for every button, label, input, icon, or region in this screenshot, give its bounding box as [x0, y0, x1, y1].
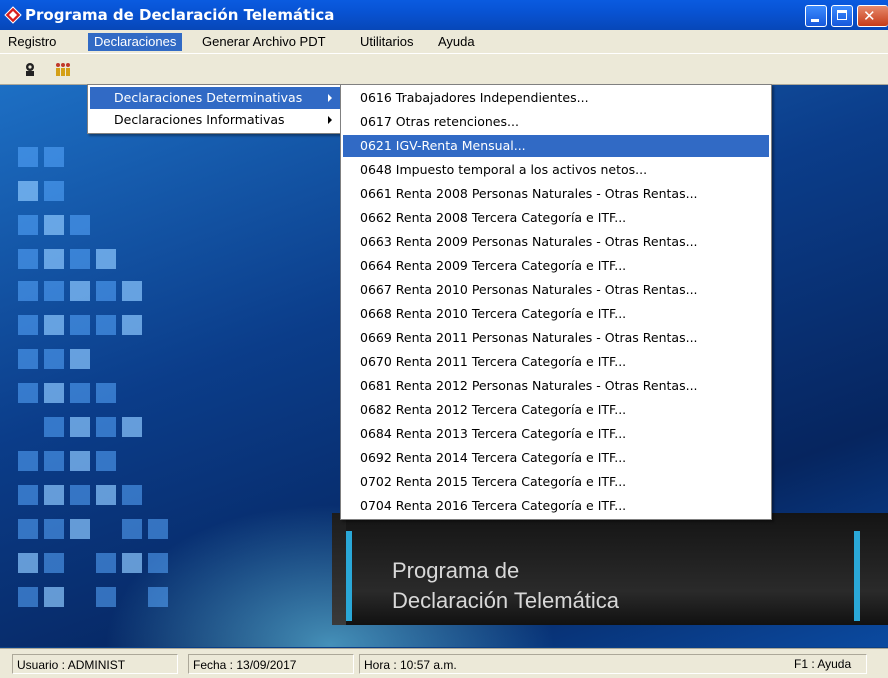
logo-banner: Programa de Declaración Telemática [332, 513, 888, 625]
status-fecha: Fecha : 13/09/2017 [188, 654, 354, 674]
status-bar: Usuario : ADMINIST Fecha : 13/09/2017 Ho… [0, 648, 888, 678]
menu-item-0663[interactable]: 0663 Renta 2009 Personas Naturales - Otr… [343, 231, 769, 253]
menu-item-0667[interactable]: 0667 Renta 2010 Personas Naturales - Otr… [343, 279, 769, 301]
menu-declaraciones[interactable]: Declaraciones [88, 33, 183, 51]
menu-utilitarios[interactable]: Utilitarios [354, 33, 419, 51]
menu-item-0616[interactable]: 0616 Trabajadores Independientes... [343, 87, 769, 109]
minimize-button[interactable] [805, 5, 827, 27]
menu-item-0692[interactable]: 0692 Renta 2014 Tercera Categoría e ITF.… [343, 447, 769, 469]
menu-item-0668[interactable]: 0668 Renta 2010 Tercera Categoría e ITF.… [343, 303, 769, 325]
menu-registro[interactable]: Registro [2, 33, 62, 51]
menu-item-0662[interactable]: 0662 Renta 2008 Tercera Categoría e ITF.… [343, 207, 769, 229]
menu-item-0702[interactable]: 0702 Renta 2015 Tercera Categoría e ITF.… [343, 471, 769, 493]
menu-item-0684[interactable]: 0684 Renta 2013 Tercera Categoría e ITF.… [343, 423, 769, 445]
submenu-arrow-icon [328, 94, 332, 102]
close-button[interactable]: ✕ [857, 5, 888, 27]
submenu-arrow-icon [328, 116, 332, 124]
menu-item-label: Declaraciones Determinativas [114, 90, 303, 105]
toolbar [0, 54, 888, 85]
menu-item-0621[interactable]: 0621 IGV-Renta Mensual... [343, 135, 769, 157]
menu-item-declaraciones-informativas[interactable]: Declaraciones Informativas [90, 109, 340, 131]
close-icon: ✕ [863, 7, 876, 25]
menu-item-0682[interactable]: 0682 Renta 2012 Tercera Categoría e ITF.… [343, 399, 769, 421]
determinativas-menu: 0616 Trabajadores Independientes... 0617… [340, 84, 772, 520]
menu-item-0617[interactable]: 0617 Otras retenciones... [343, 111, 769, 133]
banner-title-line1: Programa de [392, 558, 520, 583]
menu-item-0670[interactable]: 0670 Renta 2011 Tercera Categoría e ITF.… [343, 351, 769, 373]
menu-item-0661[interactable]: 0661 Renta 2008 Personas Naturales - Otr… [343, 183, 769, 205]
status-usuario: Usuario : ADMINIST [12, 654, 178, 674]
menu-item-declaraciones-determinativas[interactable]: Declaraciones Determinativas [90, 87, 340, 109]
menu-item-0704[interactable]: 0704 Renta 2016 Tercera Categoría e ITF.… [343, 495, 769, 517]
maximize-button[interactable] [831, 5, 853, 27]
app-logo-icon [4, 6, 22, 24]
menu-ayuda[interactable]: Ayuda [432, 33, 481, 51]
menu-item-0664[interactable]: 0664 Renta 2009 Tercera Categoría e ITF.… [343, 255, 769, 277]
menu-bar: Registro Declaraciones Generar Archivo P… [0, 30, 888, 54]
banner-title-line2: Declaración Telemática [392, 588, 620, 613]
minimize-icon [811, 19, 819, 22]
menu-item-0648[interactable]: 0648 Impuesto temporal a los activos net… [343, 159, 769, 181]
menu-item-0669[interactable]: 0669 Renta 2011 Personas Naturales - Otr… [343, 327, 769, 349]
window-title: Programa de Declaración Telemática [25, 6, 335, 24]
menu-generar-archivo-pdt[interactable]: Generar Archivo PDT [196, 33, 332, 51]
menu-item-0681[interactable]: 0681 Renta 2012 Personas Naturales - Otr… [343, 375, 769, 397]
settings-person-icon[interactable] [22, 61, 38, 77]
menu-item-label: Declaraciones Informativas [114, 112, 285, 127]
users-icon[interactable] [55, 61, 71, 77]
title-bar: Programa de Declaración Telemática ✕ [0, 0, 888, 30]
maximize-icon [837, 10, 847, 20]
declaraciones-menu: Declaraciones Determinativas Declaracion… [87, 84, 343, 134]
status-ayuda: F1 : Ayuda [794, 657, 852, 671]
